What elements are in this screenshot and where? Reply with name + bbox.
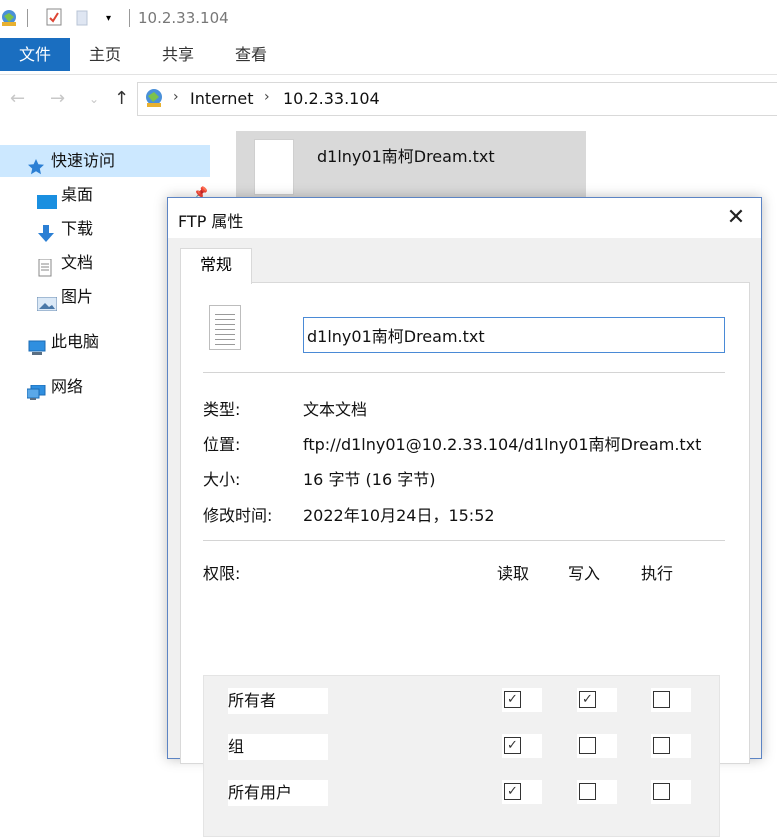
text-file-icon (209, 305, 241, 350)
internet-icon (144, 87, 164, 113)
sidebar-item-pictures[interactable]: 图片 (36, 281, 94, 313)
explorer-titlebar: ▾ 10.2.33.104 (0, 0, 777, 38)
documents-icon (37, 256, 55, 276)
read-checkbox[interactable]: ✓ (504, 737, 521, 754)
sidebar-item-label: 文档 (61, 253, 94, 272)
write-checkbox[interactable] (579, 737, 596, 754)
file-item[interactable]: d1lny01南柯Dream.txt (236, 131, 586, 201)
permissions-col-exec: 执行 (641, 564, 674, 583)
sidebar-item-label: 下载 (61, 219, 94, 238)
permissions-col-read: 读取 (497, 564, 530, 583)
address-row: ← → ⌄ ↑ › Internet › 10.2.33.104 (0, 82, 777, 116)
location-value: ftp://d1lny01@10.2.33.104/d1lny01南柯Dream… (303, 435, 702, 454)
address-bar[interactable]: › Internet › 10.2.33.104 (137, 82, 777, 116)
sidebar-item-network[interactable]: 网络 (26, 371, 84, 403)
write-checkbox[interactable]: ✓ (579, 691, 596, 708)
size-value: 16 字节 (16 字节) (303, 470, 436, 489)
sidebar-item-label: 网络 (51, 377, 84, 396)
sidebar-item-label: 桌面 (61, 185, 94, 204)
divider (203, 372, 725, 373)
properties-icon[interactable] (46, 8, 62, 30)
window-title: 10.2.33.104 (138, 9, 229, 27)
pictures-icon (36, 290, 58, 311)
download-icon (37, 222, 55, 242)
new-folder-icon[interactable] (76, 8, 90, 30)
text-file-icon (254, 139, 294, 195)
permissions-label: 权限: (203, 564, 241, 583)
size-label: 大小: (203, 470, 241, 489)
sidebar-item-label: 此电脑 (51, 332, 100, 351)
sidebar-item-quick-access[interactable]: 快速访问 (0, 145, 210, 177)
dialog-titlebar: FTP 属性 ✕ (168, 198, 761, 238)
file-item-name: d1lny01南柯Dream.txt (317, 147, 495, 166)
modified-label: 修改时间: (203, 506, 273, 525)
tab-share[interactable]: 共享 (162, 38, 194, 71)
execute-checkbox[interactable] (653, 691, 670, 708)
close-icon[interactable]: ✕ (721, 203, 751, 233)
execute-checkbox[interactable] (653, 737, 670, 754)
back-arrow-icon[interactable]: ← (10, 88, 25, 109)
breadcrumb-separator-icon: › (173, 89, 179, 105)
write-checkbox[interactable] (579, 783, 596, 800)
customize-toolbar-icon[interactable]: ▾ (106, 13, 111, 24)
permissions-col-write: 写入 (568, 564, 601, 583)
tab-general[interactable]: 常规 (180, 248, 252, 284)
computer-icon (27, 335, 46, 355)
dialog-title: FTP 属性 (178, 212, 244, 231)
file-name-field[interactable] (303, 317, 725, 353)
execute-checkbox[interactable] (653, 783, 670, 800)
star-icon (27, 154, 45, 174)
network-icon (26, 380, 46, 400)
tab-home[interactable]: 主页 (89, 38, 121, 71)
general-panel: 类型: 文本文档 位置: ftp://d1lny01@10.2.33.104/d… (180, 282, 750, 837)
desktop-icon (37, 188, 57, 209)
ribbon: 文件 主页 共享 查看 (0, 38, 777, 75)
properties-dialog: FTP 属性 ✕ 常规 类型: 文本文档 位置: ftp://d1lny01@1… (167, 197, 762, 837)
breadcrumb-separator-icon: › (264, 89, 270, 105)
sidebar-item-downloads[interactable]: 下载 (37, 213, 93, 245)
divider (203, 540, 725, 541)
sidebar-item-documents[interactable]: 文档 (37, 247, 93, 279)
sidebar-item-this-pc[interactable]: 此电脑 (27, 326, 99, 358)
modified-value: 2022年10月24日，15:52 (303, 506, 495, 525)
permission-subject: 所有用户 (228, 780, 328, 806)
tab-view[interactable]: 查看 (235, 38, 267, 71)
type-label: 类型: (203, 400, 241, 419)
up-arrow-icon[interactable]: ↑ (114, 88, 129, 109)
tab-file[interactable]: 文件 (0, 38, 70, 71)
permissions-table: 所有者 ✓ ✓ 组 ✓ 所有用户 ✓ (203, 675, 720, 837)
recent-locations-icon[interactable]: ⌄ (89, 92, 99, 106)
type-value: 文本文档 (303, 400, 368, 419)
sidebar-item-label: 快速访问 (51, 151, 116, 170)
breadcrumb-internet[interactable]: Internet (190, 89, 254, 108)
sidebar-item-label: 图片 (61, 287, 94, 306)
dialog-tabstrip: 常规 (168, 238, 761, 284)
forward-arrow-icon[interactable]: → (50, 88, 65, 109)
explorer-app-icon (0, 8, 18, 32)
read-checkbox[interactable]: ✓ (504, 691, 521, 708)
permission-subject: 所有者 (228, 688, 328, 714)
read-checkbox[interactable]: ✓ (504, 783, 521, 800)
sidebar-item-desktop[interactable]: 桌面 (37, 179, 93, 211)
location-label: 位置: (203, 435, 241, 454)
breadcrumb-host[interactable]: 10.2.33.104 (283, 89, 380, 108)
